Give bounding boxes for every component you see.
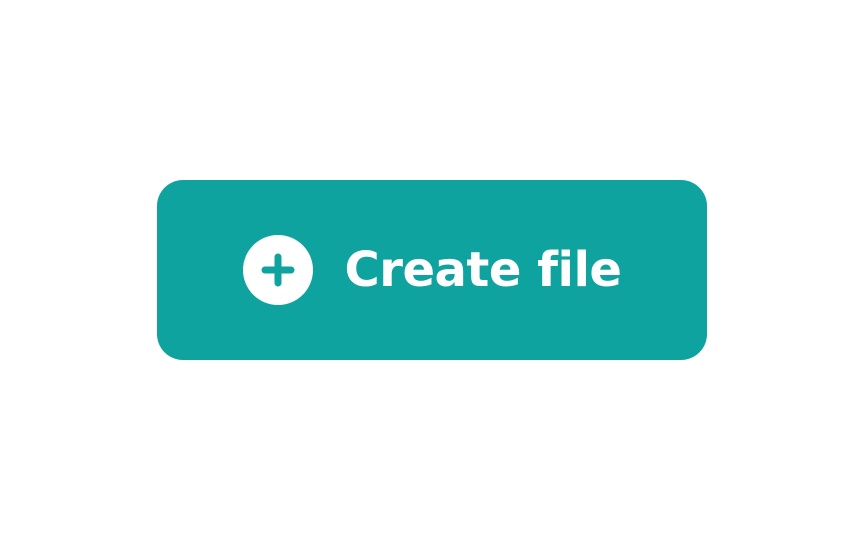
canvas: Create file	[0, 0, 864, 540]
create-file-button[interactable]: Create file	[157, 180, 707, 360]
plus-circle-icon	[242, 235, 313, 305]
create-file-label: Create file	[344, 242, 622, 298]
